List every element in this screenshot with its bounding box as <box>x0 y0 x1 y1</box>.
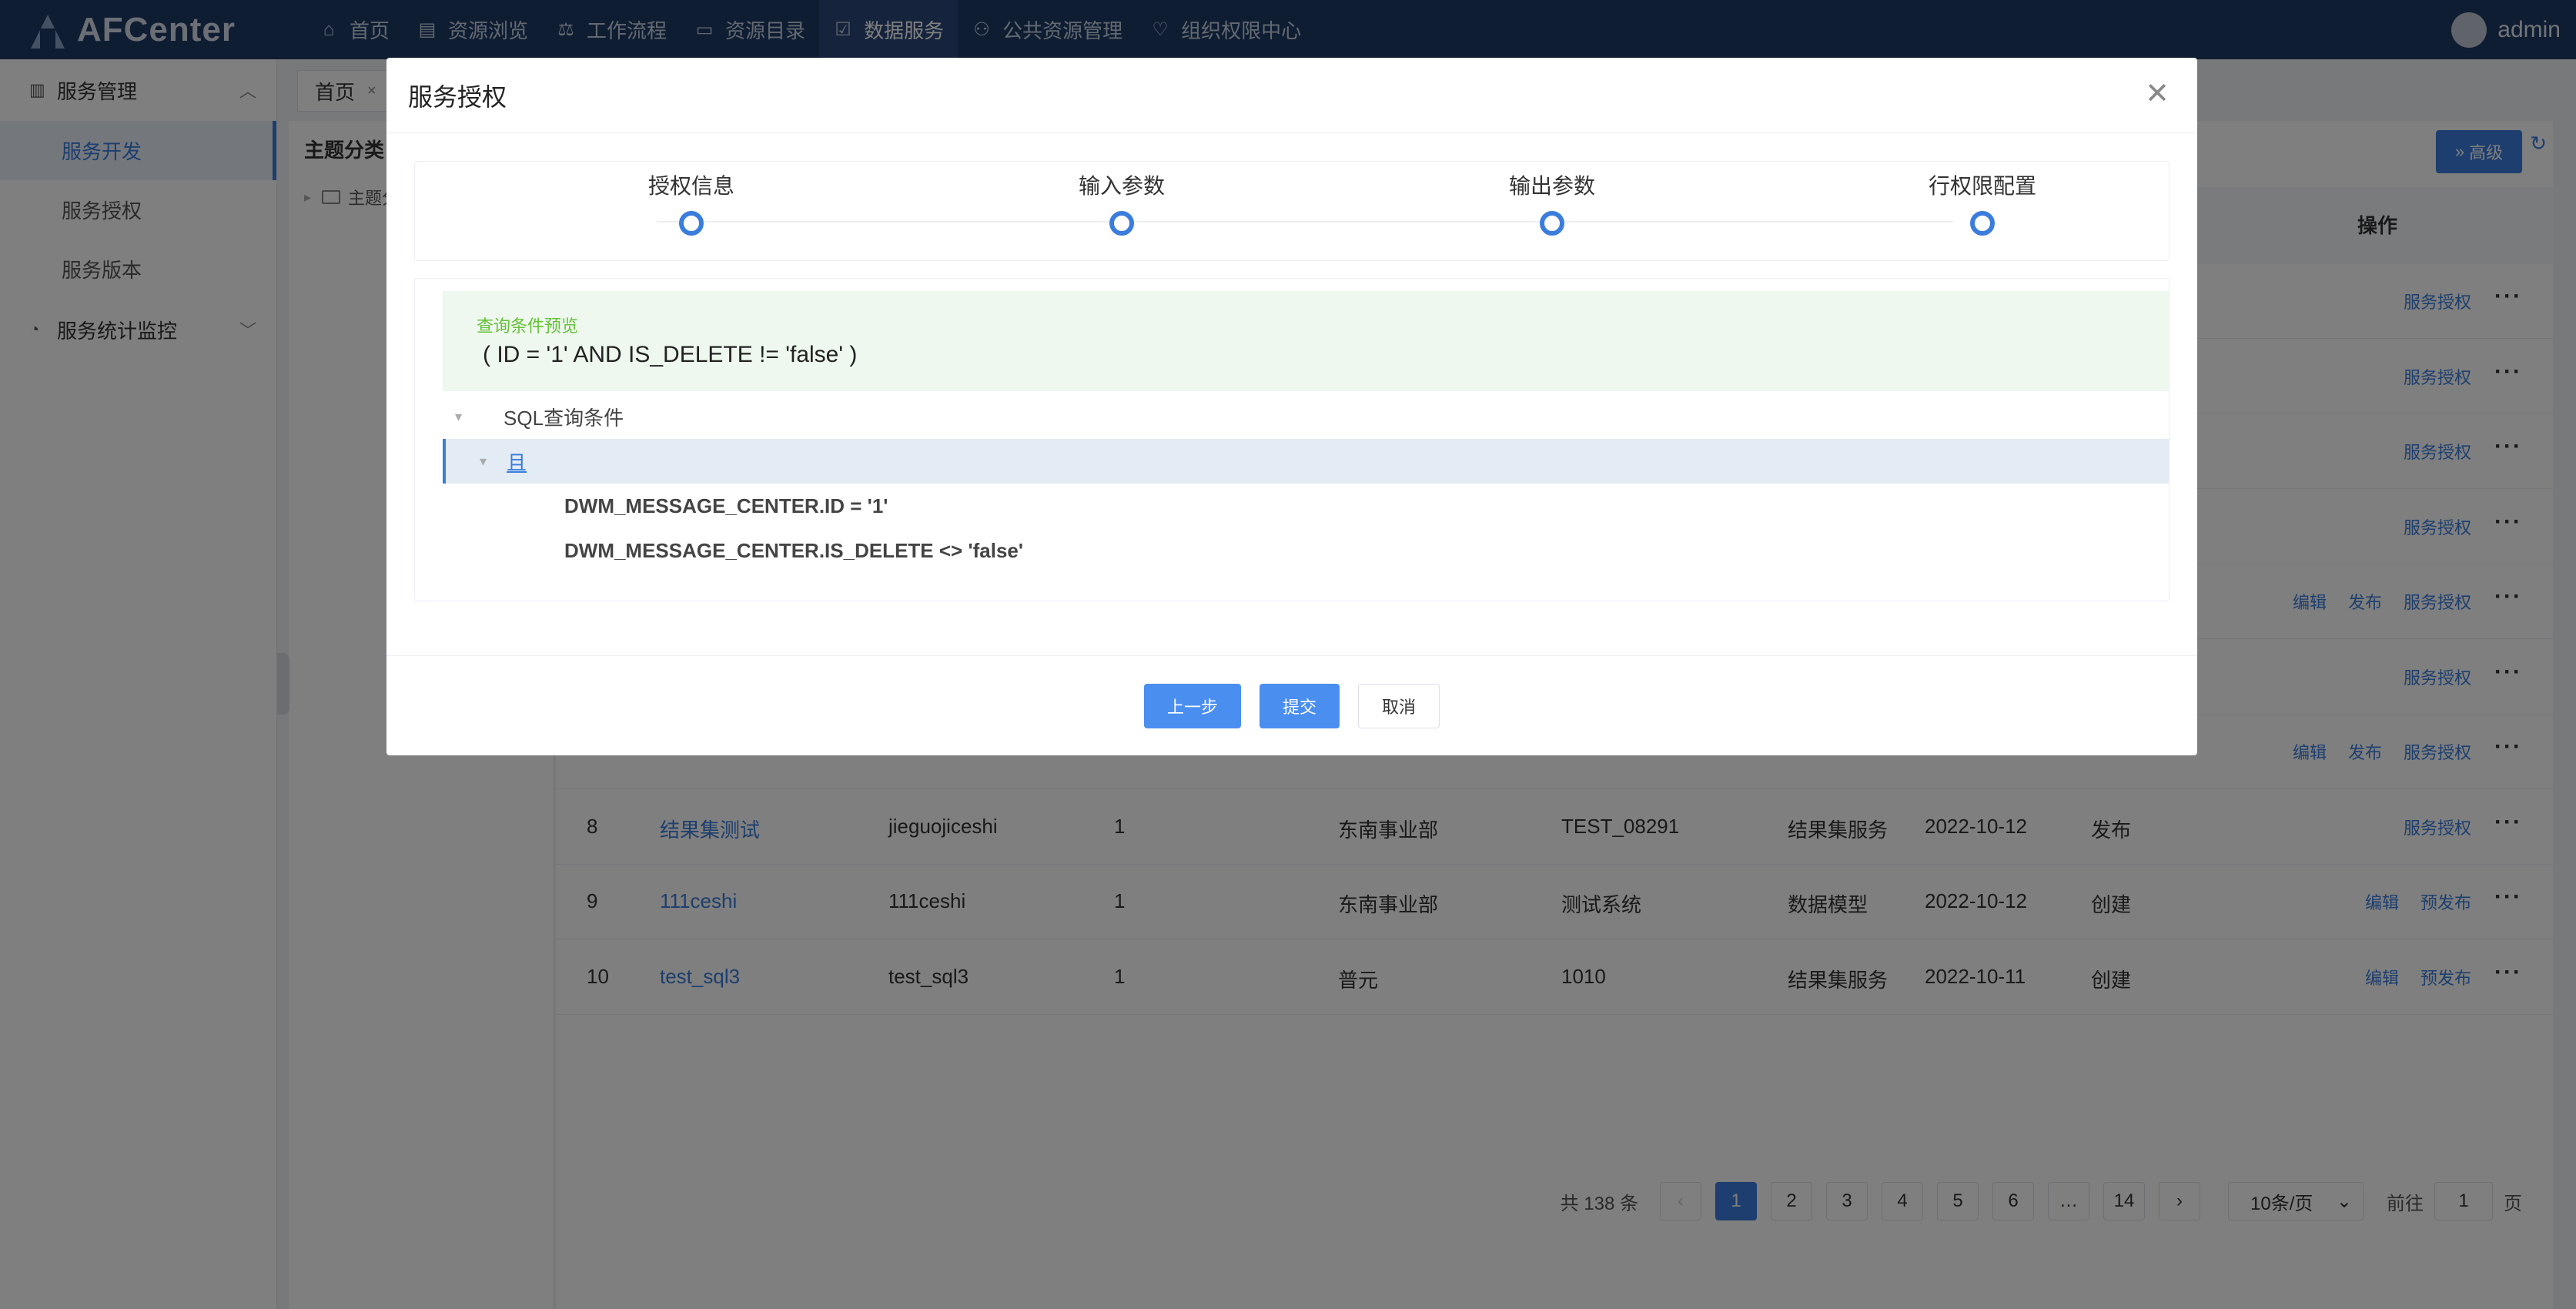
step-label: 输入参数 <box>1078 174 1165 198</box>
steps: 授权信息 输入参数 输出参数 行权限配置 <box>414 161 2170 261</box>
condition-panel: 查询条件预览 ( ID = '1' AND IS_DELETE != 'fals… <box>414 278 2170 601</box>
tree-root-row[interactable]: ▾ SQL查询条件 <box>443 394 2169 439</box>
caret-down-icon[interactable]: ▾ <box>455 409 462 425</box>
step-row-permission[interactable]: 行权限配置 <box>1890 162 2075 236</box>
preview-value: ( ID = '1' AND IS_DELETE != 'false' ) <box>483 342 858 367</box>
condition-text: DWM_MESSAGE_CENTER.ID = '1' <box>564 494 888 517</box>
tree-root-label: SQL查询条件 <box>503 406 624 430</box>
service-auth-dialog: 服务授权 ✕ 授权信息 输入参数 输出参数 行权限配置 查询条件预览 ( ID … <box>386 58 2197 755</box>
step-input-params[interactable]: 输入参数 <box>1029 162 1214 236</box>
cancel-button[interactable]: 取消 <box>1358 683 1440 728</box>
prev-step-button[interactable]: 上一步 <box>1143 683 1241 728</box>
dialog-title: 服务授权 <box>408 82 507 111</box>
preview-title: 查询条件预览 <box>477 316 579 336</box>
step-dot <box>1970 211 1995 236</box>
step-output-params[interactable]: 输出参数 <box>1460 162 1644 236</box>
step-auth-info[interactable]: 授权信息 <box>599 162 784 236</box>
dialog-footer: 上一步 提交 取消 <box>386 655 2197 755</box>
step-dot <box>1540 211 1564 236</box>
close-icon[interactable]: ✕ <box>2145 79 2170 109</box>
step-label: 授权信息 <box>647 174 734 198</box>
submit-button[interactable]: 提交 <box>1259 683 1340 728</box>
step-dot <box>679 211 704 236</box>
step-label: 行权限配置 <box>1928 174 2036 198</box>
dialog-header: 服务授权 ✕ <box>386 58 2197 133</box>
step-dot <box>1109 211 1134 236</box>
tree-and-row[interactable]: ▾ 且 <box>443 439 2169 484</box>
step-label: 输出参数 <box>1508 174 1595 198</box>
condition-text: DWM_MESSAGE_CENTER.IS_DELETE <> 'false' <box>564 538 1024 562</box>
caret-down-icon[interactable]: ▾ <box>480 454 487 470</box>
steps-line <box>657 221 1953 223</box>
and-operator[interactable]: 且 <box>507 447 527 476</box>
query-preview: 查询条件预览 ( ID = '1' AND IS_DELETE != 'fals… <box>443 291 2169 391</box>
condition-row[interactable]: DWM_MESSAGE_CENTER.ID = '1' <box>443 484 2169 528</box>
condition-row[interactable]: DWM_MESSAGE_CENTER.IS_DELETE <> 'false' <box>443 528 2169 573</box>
